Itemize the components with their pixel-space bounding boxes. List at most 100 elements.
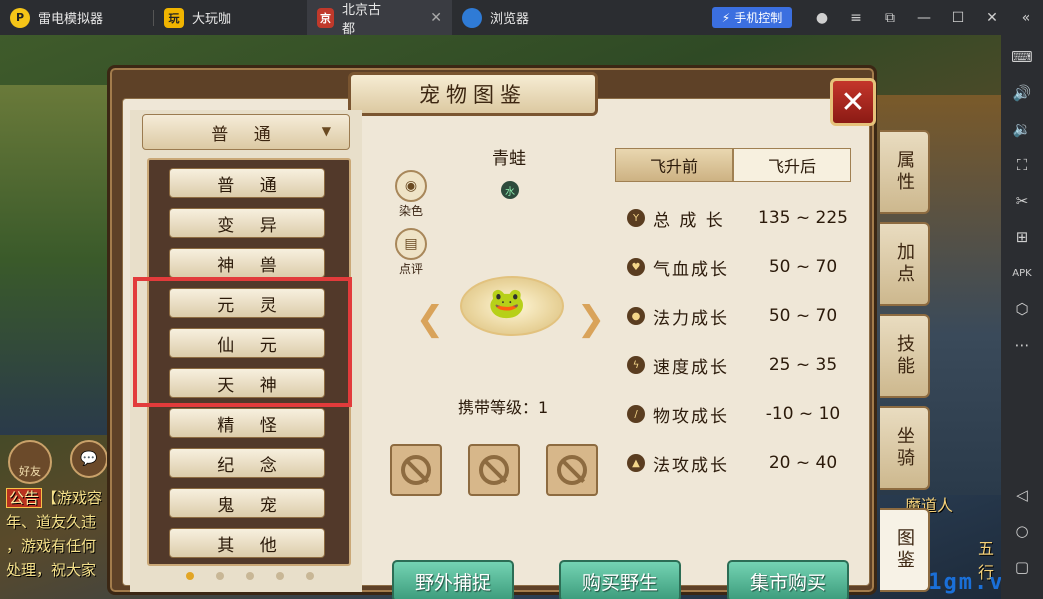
- home-icon[interactable]: ○: [1001, 513, 1043, 549]
- category-item-bianyi[interactable]: 变 异: [169, 208, 325, 238]
- locked-slot-icon: [401, 455, 431, 485]
- phone-control-button[interactable]: ⚡ 手机控制: [712, 7, 792, 28]
- category-item-qita[interactable]: 其 他: [169, 528, 325, 558]
- tab-beijing-gudu[interactable]: 京 北京古都 ✕: [307, 0, 453, 37]
- popout-icon[interactable]: ⧉: [873, 10, 907, 26]
- chat-line: 年、道友久违: [6, 513, 97, 531]
- tab-dawanka[interactable]: 玩 大玩咖: [154, 0, 241, 35]
- emulator-logo-icon: P: [10, 7, 30, 28]
- chat-line: 公告 【游戏容: [6, 487, 102, 508]
- buy-wild-button[interactable]: 购买野生: [559, 560, 681, 599]
- stat-row-hp: ♥ 气血成长 50 ~ 70: [627, 255, 863, 280]
- announcement-tag: 公告: [6, 488, 43, 508]
- settings-hex-icon[interactable]: ⬡: [1001, 291, 1043, 327]
- game-app-icon: 京: [317, 7, 335, 28]
- panel-title: 宠物图鉴: [348, 72, 598, 116]
- tab-emulator[interactable]: P 雷电模拟器: [0, 0, 113, 35]
- page-dot[interactable]: [216, 572, 224, 580]
- category-item-jinian[interactable]: 纪 念: [169, 448, 325, 478]
- user-icon[interactable]: ●: [805, 10, 839, 26]
- eye-icon: ◉: [395, 170, 427, 202]
- fullscreen-icon[interactable]: ⛶: [1001, 147, 1043, 183]
- tab-before-ascension[interactable]: 飞升前: [615, 148, 733, 182]
- lightning-icon: ϟ: [627, 356, 645, 374]
- category-item-guichong[interactable]: 鬼 宠: [169, 488, 325, 518]
- apk-icon[interactable]: APK: [1001, 255, 1043, 291]
- stat-row-magic-attack: ▲ 法攻成长 20 ~ 40: [627, 451, 863, 476]
- chat-line: ，游戏有任何: [6, 537, 97, 555]
- ascension-tabs: 飞升前 飞升后: [615, 148, 851, 182]
- dropdown-arrow-icon: ▼: [321, 124, 331, 138]
- back-icon[interactable]: ◁: [1001, 477, 1043, 513]
- page-indicator: [186, 572, 314, 580]
- review-button[interactable]: ▤ 点评: [393, 228, 429, 277]
- tab-add-points[interactable]: 加点: [880, 222, 930, 306]
- stat-row-phys-attack: / 物攻成长 -10 ~ 10: [627, 402, 863, 427]
- category-item-jingguai[interactable]: 精 怪: [169, 408, 325, 438]
- page-dot[interactable]: [186, 572, 194, 580]
- skill-slot[interactable]: [390, 444, 442, 496]
- tab-skills[interactable]: 技能: [880, 314, 930, 398]
- tab-encyclopedia[interactable]: 图鉴: [880, 508, 930, 592]
- skill-slot[interactable]: [546, 444, 598, 496]
- emulator-titlebar: P 雷电模拟器 玩 大玩咖 京 北京古都 ✕ 浏览器 ⚡ 手机控制 ● ≡ ⧉ …: [0, 0, 1043, 37]
- chat-line: 处理，祝大家: [6, 561, 97, 579]
- recents-icon[interactable]: ▢: [1001, 549, 1043, 585]
- globe-icon: [462, 7, 483, 28]
- market-buy-button[interactable]: 集市购买: [727, 560, 849, 599]
- skill-slot[interactable]: [468, 444, 520, 496]
- scissors-icon[interactable]: ✂: [1001, 183, 1043, 219]
- collapse-sidebar-icon[interactable]: «: [1009, 10, 1043, 26]
- tab-label: 浏览器: [490, 12, 530, 27]
- category-dropdown[interactable]: 普 通 ▼: [142, 114, 350, 150]
- volume-down-icon[interactable]: 🔉: [1001, 111, 1043, 147]
- maximize-icon[interactable]: ☐: [941, 10, 975, 26]
- pet-name: 青蛙: [492, 149, 526, 169]
- dropdown-value: 普 通: [211, 124, 281, 145]
- category-item-putong[interactable]: 普 通: [169, 168, 325, 198]
- emulator-sidebar: ⌨ 🔊 🔉 ⛶ ✂ ⊞ APK ⬡ ⋯ ◁ ○ ▢: [1001, 35, 1043, 599]
- keyboard-icon[interactable]: ⌨: [1001, 39, 1043, 75]
- locked-slot-icon: [479, 455, 509, 485]
- more-icon[interactable]: ⋯: [1001, 327, 1043, 363]
- tab-label: 雷电模拟器: [38, 12, 104, 27]
- total-growth-icon: Y: [627, 209, 645, 227]
- category-item-shenshou[interactable]: 神 兽: [169, 248, 325, 278]
- page-dot[interactable]: [306, 572, 314, 580]
- add-screen-icon[interactable]: ⊞: [1001, 219, 1043, 255]
- close-panel-button[interactable]: ✕: [830, 78, 876, 126]
- frog-pet-image: 🐸: [488, 286, 526, 321]
- comment-icon: ▤: [395, 228, 427, 260]
- page-dot[interactable]: [276, 572, 284, 580]
- close-tab-icon[interactable]: ✕: [430, 10, 442, 26]
- sword-icon: /: [627, 405, 645, 423]
- stat-row-speed: ϟ 速度成长 25 ~ 35: [627, 353, 863, 378]
- page-dot[interactable]: [246, 572, 254, 580]
- dawanka-icon: 玩: [164, 7, 185, 28]
- tab-mount[interactable]: 坐骑: [880, 406, 930, 490]
- tab-browser[interactable]: 浏览器: [452, 0, 539, 35]
- locked-slot-icon: [557, 455, 587, 485]
- tab-label: 北京古都: [342, 2, 382, 37]
- minimize-icon[interactable]: —: [907, 10, 941, 26]
- prev-pet-arrow-icon[interactable]: ❮: [412, 301, 448, 337]
- pet-encyclopedia-panel: 宠物图鉴 ✕ 普 通 ▼ 普 通 变 异 神 兽 元 灵 仙 元 天 神 精 怪…: [107, 65, 930, 599]
- tab-after-ascension[interactable]: 飞升后: [733, 148, 851, 182]
- tab-attributes[interactable]: 属性: [880, 130, 930, 214]
- lightning-icon: ⚡: [721, 10, 731, 25]
- window-close-icon[interactable]: ✕: [975, 10, 1009, 26]
- stat-row-mana: ● 法力成长 50 ~ 70: [627, 304, 863, 329]
- chat-bubble-icon[interactable]: 💬: [70, 440, 108, 478]
- red-highlight-box: [133, 277, 352, 407]
- menu-icon[interactable]: ≡: [839, 10, 873, 26]
- water-element-badge: 水: [501, 181, 519, 199]
- carry-level: 携带等级：1: [458, 398, 549, 417]
- dye-button[interactable]: ◉ 染色: [393, 170, 429, 219]
- drop-icon: ●: [627, 307, 645, 325]
- game-viewport: 好友 💬 公告 【游戏容 年、道友久违 ，游戏有任何 处理，祝大家 魔道人 五行 …: [0, 35, 1001, 599]
- next-pet-arrow-icon[interactable]: ❯: [573, 301, 609, 337]
- volume-up-icon[interactable]: 🔊: [1001, 75, 1043, 111]
- friend-button[interactable]: 好友: [8, 440, 52, 484]
- tab-label: 大玩咖: [192, 12, 232, 27]
- capture-wild-button[interactable]: 野外捕捉: [392, 560, 514, 599]
